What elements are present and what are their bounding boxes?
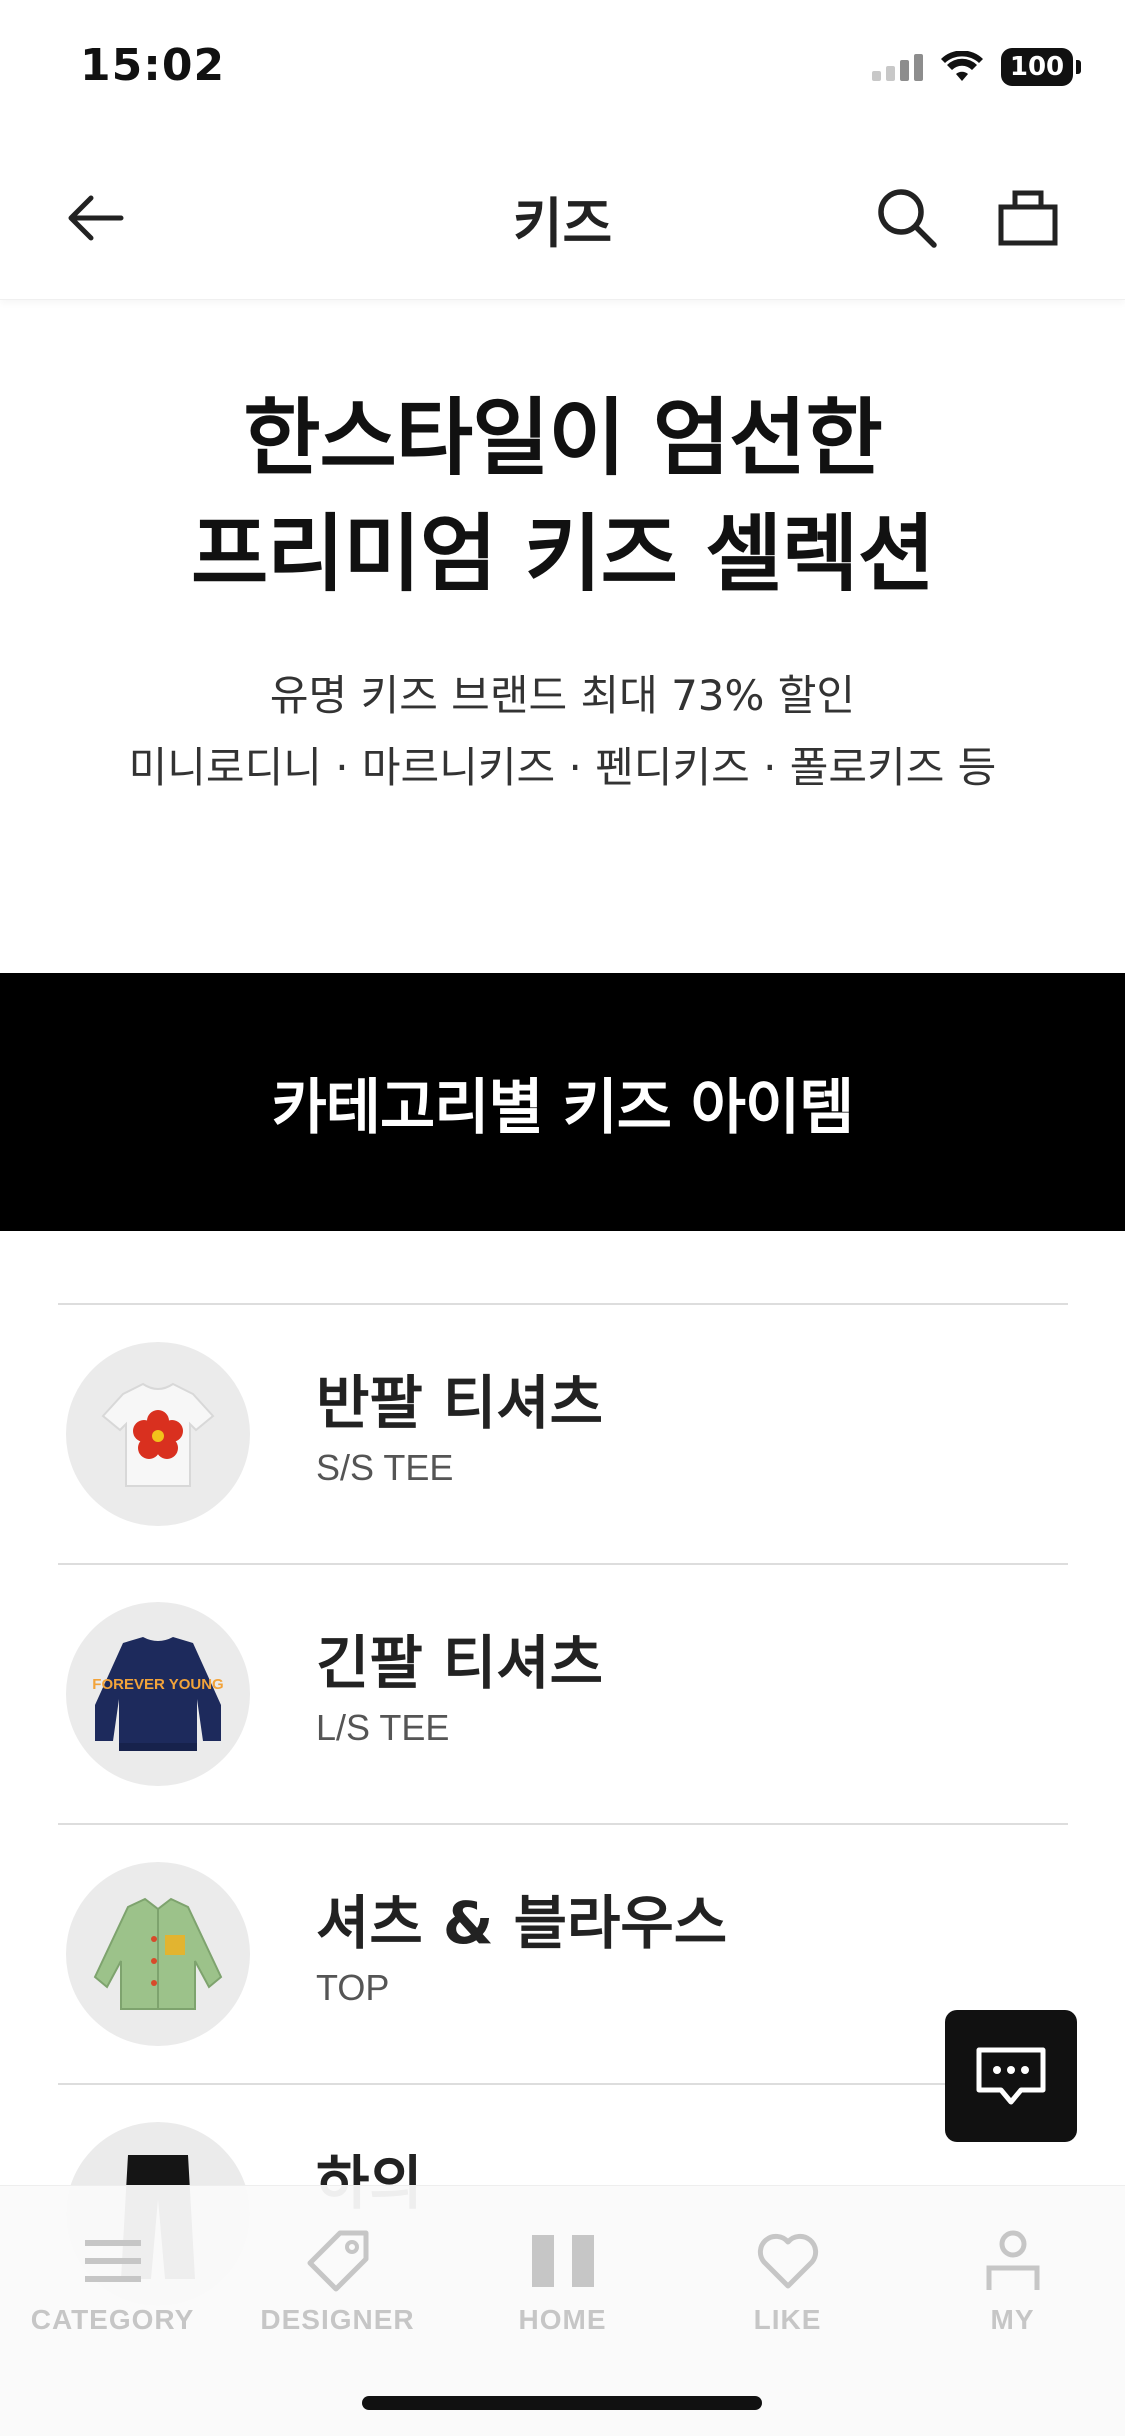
- shopping-bag-button[interactable]: [992, 181, 1064, 253]
- category-name: 긴팔 티셔츠: [316, 1629, 603, 1697]
- home-icon: [531, 2235, 594, 2287]
- category-text: 셔츠 & 블라우스 TOP: [316, 1887, 727, 2009]
- hero-subtitle-line1: 유명 키즈 브랜드 최대 73% 할인: [269, 671, 856, 720]
- category-english-name: TOP: [316, 1967, 390, 2008]
- category-text: 긴팔 티셔츠 L/S TEE: [316, 1627, 603, 1749]
- tab-label: DESIGNER: [260, 2304, 415, 2335]
- search-icon: [878, 189, 937, 248]
- tab-label: HOME: [518, 2304, 607, 2335]
- hero-title: 한스타일이 엄선한 프리미엄 키즈 셀렉션: [0, 380, 1125, 612]
- battery-level: 100: [1001, 48, 1073, 86]
- person-icon: [986, 2230, 1039, 2290]
- heart-icon: [757, 2233, 818, 2289]
- nav-header: 키즈: [0, 135, 1125, 300]
- category-item-ls-tee[interactable]: FOREVER YOUNG 긴팔 티셔츠 L/S TEE: [58, 1563, 1068, 1823]
- category-item-shirts-blouses[interactable]: 셔츠 & 블라우스 TOP: [58, 1823, 1068, 2083]
- wifi-icon: [941, 51, 983, 81]
- category-text: 반팔 티셔츠 S/S TEE: [316, 1367, 603, 1489]
- category-thumbnail: [66, 1342, 250, 1526]
- chat-button[interactable]: [945, 2010, 1077, 2142]
- status-time: 15:02: [80, 40, 226, 91]
- category-name: 반팔 티셔츠: [316, 1369, 603, 1437]
- home-indicator: [362, 2396, 762, 2410]
- hero-subtitle: 유명 키즈 브랜드 최대 73% 할인 미니로디니 · 마르니키즈 · 펜디키즈…: [0, 660, 1125, 804]
- hero-title-line1: 한스타일이 엄선한: [243, 389, 883, 487]
- chat-bubble-icon: [976, 2047, 1046, 2105]
- tab-label: CATEGORY: [30, 2304, 195, 2335]
- category-english-name: S/S TEE: [316, 1447, 454, 1488]
- hero-section: 한스타일이 엄선한 프리미엄 키즈 셀렉션 유명 키즈 브랜드 최대 73% 할…: [0, 300, 1125, 973]
- category-item-ss-tee[interactable]: 반팔 티셔츠 S/S TEE: [58, 1303, 1068, 1563]
- tab-label: LIKE: [753, 2304, 822, 2335]
- sweatshirt-print-text: FOREVER YOUNG: [92, 1676, 223, 1693]
- tab-category[interactable]: CATEGORY: [0, 2226, 225, 2336]
- green-jacket-image: [93, 1897, 223, 2010]
- tab-label: MY: [990, 2304, 1035, 2335]
- category-banner: 카테고리별 키즈 아이템: [0, 973, 1125, 1231]
- tab-home[interactable]: HOME: [450, 2226, 675, 2336]
- status-bar: 15:02 100: [0, 0, 1125, 135]
- menu-icon: [84, 2240, 141, 2282]
- tag-icon: [307, 2230, 368, 2292]
- category-english-name: L/S TEE: [316, 1707, 450, 1748]
- tab-my[interactable]: MY: [900, 2226, 1125, 2336]
- category-thumbnail: [66, 1862, 250, 2046]
- cellular-signal-icon: [872, 53, 923, 81]
- hero-title-line2: 프리미엄 키즈 셀렉션: [190, 505, 935, 603]
- navy-sweatshirt-image: FOREVER YOUNG: [92, 1637, 224, 1751]
- shopping-bag-icon: [998, 190, 1058, 246]
- page-title: 키즈: [512, 192, 613, 255]
- category-banner-title: 카테고리별 키즈 아이템: [271, 1072, 855, 1143]
- category-thumbnail: FOREVER YOUNG: [66, 1602, 250, 1786]
- status-icons: 100: [872, 48, 1081, 86]
- tab-designer[interactable]: DESIGNER: [225, 2226, 450, 2336]
- hero-subtitle-line2: 미니로디니 · 마르니키즈 · 펜디키즈 · 폴로키즈 등: [128, 743, 997, 792]
- white-tee-image: [101, 1382, 215, 1487]
- category-name: 셔츠 & 블라우스: [316, 1889, 728, 1957]
- battery-icon: 100: [1001, 48, 1081, 86]
- search-button[interactable]: [870, 181, 942, 253]
- tab-like[interactable]: LIKE: [675, 2226, 900, 2336]
